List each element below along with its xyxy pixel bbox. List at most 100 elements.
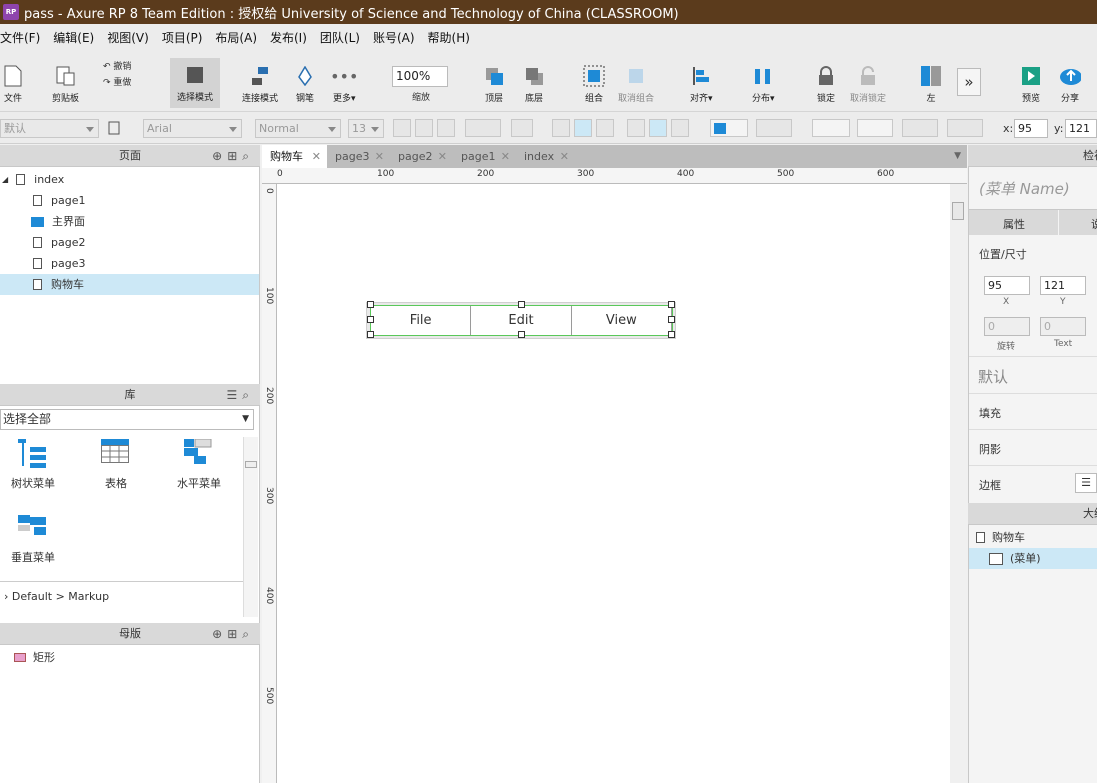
file-button[interactable]: 文件 bbox=[2, 50, 24, 104]
tab-overflow-icon[interactable]: ▼ bbox=[954, 151, 961, 161]
resize-handle[interactable] bbox=[518, 331, 525, 338]
text-align-center-button[interactable] bbox=[574, 119, 592, 137]
menu-edit[interactable]: 编辑(E) bbox=[53, 29, 94, 46]
border-style-icon[interactable]: ☰ bbox=[1075, 473, 1097, 493]
distribute-button[interactable]: 分布▾ bbox=[752, 50, 775, 104]
align-button[interactable]: 对齐▾ bbox=[690, 50, 713, 104]
shadow-button[interactable] bbox=[756, 119, 792, 137]
close-icon[interactable]: ✕ bbox=[375, 145, 384, 168]
resize-handle[interactable] bbox=[367, 331, 374, 338]
resize-handle[interactable] bbox=[668, 301, 675, 308]
more-button[interactable]: ••• 更多▾ bbox=[330, 50, 358, 105]
page-item-page3[interactable]: page3 bbox=[33, 253, 85, 274]
resize-handle[interactable] bbox=[668, 316, 675, 323]
fill-color-button[interactable] bbox=[710, 119, 748, 137]
menu-file[interactable]: 文件(F) bbox=[0, 29, 40, 46]
x-input[interactable]: 95 bbox=[1014, 119, 1048, 138]
table-widget[interactable] bbox=[101, 439, 129, 466]
library-select[interactable]: 选择全部 ▼ bbox=[0, 409, 254, 430]
master-item-rect[interactable]: 矩形 bbox=[14, 647, 55, 668]
font-select[interactable]: Arial bbox=[143, 119, 242, 138]
valign-top-button[interactable] bbox=[627, 119, 645, 137]
send-back-button[interactable]: 底层 bbox=[523, 50, 545, 104]
menu-arrange[interactable]: 布局(A) bbox=[215, 29, 257, 46]
add-page-icon[interactable]: ⊕⊞⌕ bbox=[212, 145, 254, 167]
resize-handle[interactable] bbox=[668, 331, 675, 338]
bring-front-button[interactable]: 顶层 bbox=[483, 50, 505, 104]
redo-button[interactable]: ↷ 重做 bbox=[103, 75, 131, 88]
undo-button[interactable]: ↶ 撤销 bbox=[103, 59, 131, 72]
fill-section[interactable]: 填充 bbox=[979, 405, 1001, 421]
outline-widget-item[interactable]: (菜单) bbox=[969, 548, 1097, 569]
font-size-select[interactable]: 13 bbox=[348, 119, 384, 138]
inspector-y-input[interactable]: 121 bbox=[1040, 276, 1086, 295]
select-mode-button[interactable]: 选择模式 bbox=[170, 58, 220, 108]
shadow-section[interactable]: 阴影 bbox=[979, 441, 1001, 457]
align-left-button[interactable]: 左 bbox=[920, 50, 942, 104]
arrow-style-button[interactable] bbox=[947, 119, 983, 137]
bold-button[interactable] bbox=[393, 119, 411, 137]
page-item-cart[interactable]: 购物车 bbox=[0, 274, 259, 295]
menu-project[interactable]: 项目(P) bbox=[162, 29, 203, 46]
valign-bottom-button[interactable] bbox=[671, 119, 689, 137]
tab-properties[interactable]: 属性 bbox=[1003, 216, 1025, 232]
library-footer[interactable]: › Default > Markup bbox=[4, 590, 109, 603]
page-item-page2[interactable]: page2 bbox=[33, 232, 85, 253]
menu-item-view[interactable]: View bbox=[572, 306, 671, 335]
close-icon[interactable]: ✕ bbox=[560, 145, 569, 168]
menu-item-file[interactable]: File bbox=[371, 306, 472, 335]
tab-cart[interactable]: 购物车 ✕ bbox=[262, 145, 327, 168]
border-section[interactable]: 边框 bbox=[979, 477, 1001, 493]
library-scrollbar[interactable] bbox=[243, 437, 258, 617]
canvas-scrollbar[interactable] bbox=[950, 184, 967, 783]
clipboard-button[interactable]: 剪贴板 bbox=[52, 50, 79, 104]
style-section[interactable]: 默认 bbox=[969, 356, 1097, 394]
close-icon[interactable]: ✕ bbox=[501, 145, 510, 168]
underline-button[interactable] bbox=[437, 119, 455, 137]
line-width-button[interactable] bbox=[857, 119, 893, 137]
menu-team[interactable]: 团队(L) bbox=[320, 29, 360, 46]
rotation-input[interactable]: 0 bbox=[984, 317, 1030, 336]
tab-style[interactable]: 说 bbox=[1091, 216, 1097, 232]
menu-help[interactable]: 帮助(H) bbox=[428, 29, 470, 46]
design-canvas[interactable] bbox=[277, 184, 967, 783]
menu-publish[interactable]: 发布(I) bbox=[270, 29, 307, 46]
add-master-icon[interactable]: ⊕⊞⌕ bbox=[212, 623, 254, 645]
page-item-page1[interactable]: page1 bbox=[33, 190, 85, 211]
connect-mode-button[interactable]: 连接模式 bbox=[242, 50, 278, 104]
style-select[interactable]: 默认 bbox=[0, 119, 99, 138]
line-color-button[interactable] bbox=[812, 119, 850, 137]
format-painter-icon[interactable] bbox=[108, 121, 122, 135]
zoom-select[interactable]: 100% bbox=[392, 66, 448, 87]
widget-name-input[interactable]: (菜单 Name) bbox=[979, 178, 1070, 199]
overflow-chevron-icon[interactable]: » bbox=[957, 68, 981, 96]
ungroup-button[interactable]: 取消组合 bbox=[618, 50, 654, 104]
tree-menu-widget[interactable] bbox=[18, 439, 48, 472]
library-menu-icon[interactable]: ☰⌕ bbox=[227, 384, 254, 406]
inspector-x-input[interactable]: 95 bbox=[984, 276, 1030, 295]
lock-button[interactable]: 锁定 bbox=[815, 50, 837, 104]
resize-handle[interactable] bbox=[518, 301, 525, 308]
horizontal-menu-widget[interactable] bbox=[184, 438, 212, 468]
text-rotation-input[interactable]: 0 bbox=[1040, 317, 1086, 336]
text-align-right-button[interactable] bbox=[596, 119, 614, 137]
y-input[interactable]: 121 bbox=[1065, 119, 1097, 138]
tab-page1[interactable]: page1 ✕ bbox=[453, 145, 516, 168]
text-align-left-button[interactable] bbox=[552, 119, 570, 137]
share-button[interactable]: 分享 bbox=[1059, 50, 1081, 104]
bullet-button[interactable] bbox=[511, 119, 533, 137]
pen-button[interactable]: 钢笔 bbox=[294, 50, 316, 104]
outline-page-item[interactable]: 购物车 bbox=[976, 527, 1025, 548]
weight-select[interactable]: Normal bbox=[255, 119, 341, 138]
menu-view[interactable]: 视图(V) bbox=[107, 29, 149, 46]
font-color-button[interactable] bbox=[465, 119, 501, 137]
menu-account[interactable]: 账号(A) bbox=[373, 29, 415, 46]
line-style-button[interactable] bbox=[902, 119, 938, 137]
resize-handle[interactable] bbox=[367, 316, 374, 323]
italic-button[interactable] bbox=[415, 119, 433, 137]
page-item-main[interactable]: 主界面 bbox=[31, 211, 85, 232]
valign-middle-button[interactable] bbox=[649, 119, 667, 137]
close-icon[interactable]: ✕ bbox=[312, 145, 321, 168]
page-item-index[interactable]: ◢ index bbox=[0, 169, 64, 190]
preview-button[interactable]: 预览 bbox=[1020, 50, 1042, 104]
